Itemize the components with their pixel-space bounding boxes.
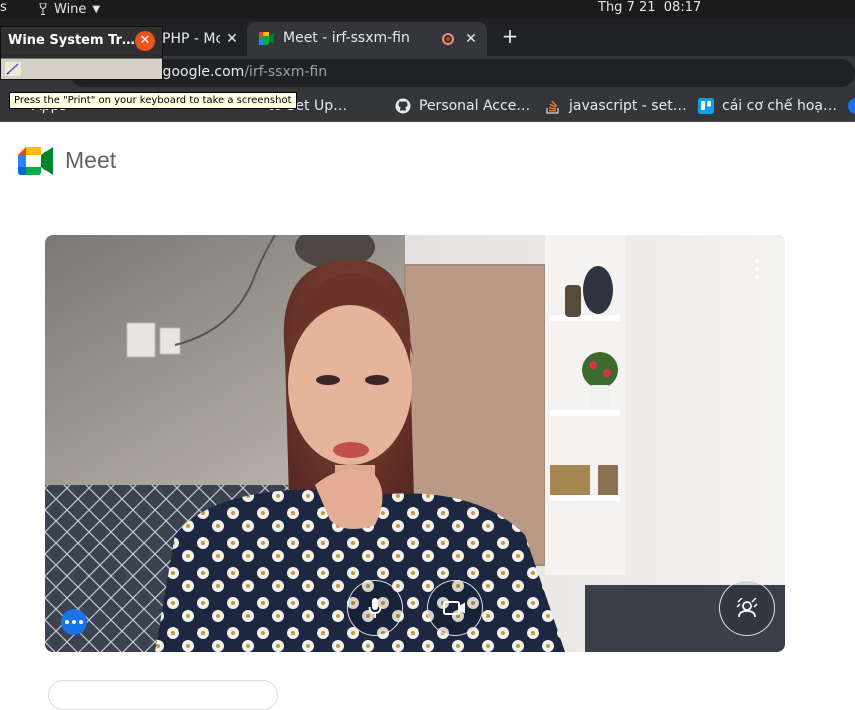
more-actions-button[interactable] [61,609,87,635]
wine-tray-title: Wine System Tr… [8,33,135,48]
background-effects-icon [736,598,758,618]
chevron-down-icon: ▼ [92,3,101,15]
google-meet-logo-icon [18,147,53,175]
self-video-preview [45,235,785,652]
wine-tray-titlebar[interactable]: Wine System Tr… ✕ [1,27,162,55]
meet-brand: Meet [65,147,117,173]
video-camera-icon [443,601,465,615]
background-effects-button[interactable] [719,580,775,636]
screenshot-pen-icon[interactable] [4,61,22,77]
wine-glass-icon [39,3,47,15]
bookmark-label: cái cơ chế hoạ… [722,98,837,114]
more-options-icon[interactable] [751,259,763,279]
close-icon[interactable]: ✕ [135,31,155,51]
tab-title: Meet - irf-ssxm-fin [283,30,410,46]
more-options-icon [65,620,69,624]
url-text: et.google.com/irf-ssxm-fin [144,64,327,80]
microphone-icon [368,598,382,618]
wine-app-menu[interactable]: Wine ▼ [38,0,100,18]
bookmark-overflow[interactable] [848,96,855,116]
tab-meet[interactable]: Meet - irf-ssxm-fin ✕ [247,22,487,56]
bookmark-javascript[interactable]: javascript - set… [545,96,687,116]
camera-toggle-button[interactable] [427,580,483,636]
new-tab-button[interactable]: + [500,26,520,46]
recording-indicator-icon [442,33,454,45]
join-options-button[interactable] [48,680,278,710]
tab-php[interactable]: PHP - Mc ✕ [150,22,246,56]
trello-icon [698,98,714,114]
tab-title: PHP - Mc [162,31,220,47]
wine-system-tray-window: Wine System Tr… ✕ [0,26,163,80]
bookmark-personal-access[interactable]: Personal Acce… [395,96,530,116]
wine-tray-body [1,58,162,79]
activities-button[interactable]: s [0,0,6,15]
wine-app-name: Wine [54,1,87,17]
bookmark-trello[interactable]: cái cơ chế hoạ… [698,96,837,116]
microphone-toggle-button[interactable] [347,580,403,636]
camera-feed-image [45,235,785,652]
screenshot-tooltip: Press the "Print" on your keyboard to ta… [9,92,297,109]
bookmark-icon [848,98,855,114]
close-tab-icon[interactable]: ✕ [224,31,240,47]
stackoverflow-icon [546,100,559,114]
meet-favicon-icon [259,32,274,45]
clock[interactable]: Thg 7 21 08:17 [598,0,701,18]
close-tab-icon[interactable]: ✕ [463,31,479,47]
system-top-bar: s Wine ▼ Thg 7 21 08:17 [0,0,855,18]
address-bar[interactable]: et.google.com/irf-ssxm-fin [70,59,855,87]
github-icon [395,98,411,114]
url-path: /irf-ssxm-fin [244,64,328,80]
meet-page: Meet [0,123,855,710]
bookmark-label: javascript - set… [569,98,687,114]
bookmark-label: Personal Acce… [419,98,531,114]
